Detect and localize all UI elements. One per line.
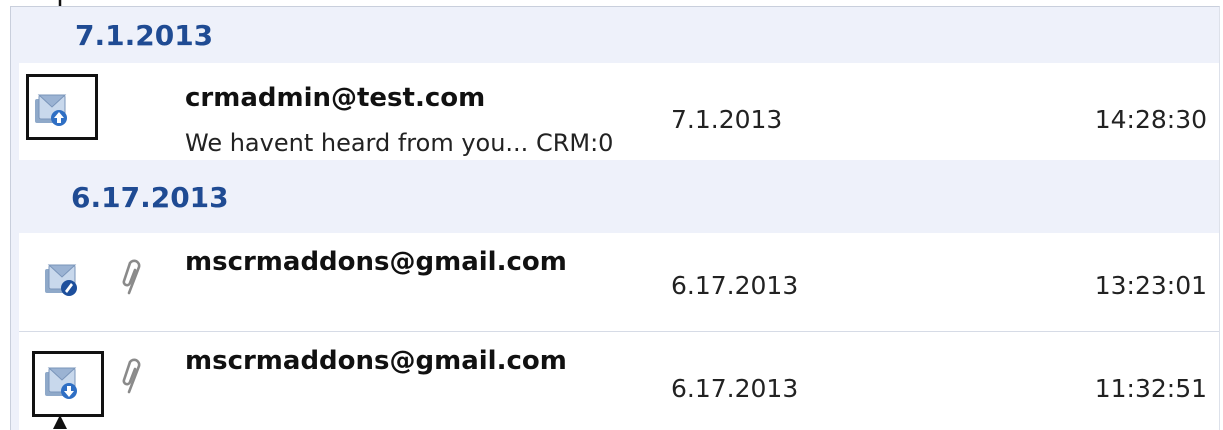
callout-box-outgoing: [26, 74, 98, 140]
email-time: 13:23:01: [1094, 271, 1207, 300]
paperclip-icon: [122, 358, 141, 394]
email-date: 6.17.2013: [671, 374, 799, 403]
email-date: 7.1.2013: [671, 105, 783, 134]
group-date-label: 7.1.2013: [75, 19, 214, 52]
email-date: 6.17.2013: [671, 271, 799, 300]
activity-panel: 7.1.2013 crmadmin@test.com We havent hea…: [10, 6, 1220, 430]
email-draft-icon: [45, 264, 77, 296]
email-row[interactable]: mscrmaddons@gmail.com 6.17.2013 13:23:01: [19, 233, 1219, 332]
group-header-1: 7.1.2013: [11, 7, 1219, 63]
callout-arrow-bottom: [53, 415, 67, 429]
email-time: 11:32:51: [1094, 374, 1207, 403]
group-date-label: 6.17.2013: [71, 181, 229, 214]
email-time: 14:28:30: [1094, 105, 1207, 134]
email-activity-list: 7.1.2013 crmadmin@test.com We havent hea…: [0, 0, 1223, 430]
group-header-2: 6.17.2013: [11, 173, 1219, 229]
sender-address: crmadmin@test.com: [185, 83, 486, 113]
email-row[interactable]: crmadmin@test.com We havent heard from y…: [19, 63, 1219, 160]
sender-address: mscrmaddons@gmail.com: [185, 247, 567, 277]
sender-address: mscrmaddons@gmail.com: [185, 346, 567, 376]
email-subject: We havent heard from you... CRM:0: [185, 129, 614, 157]
email-row[interactable]: mscrmaddons@gmail.com 6.17.2013 11:32:51: [19, 332, 1219, 430]
paperclip-icon: [122, 259, 141, 295]
callout-box-incoming: [32, 351, 104, 417]
